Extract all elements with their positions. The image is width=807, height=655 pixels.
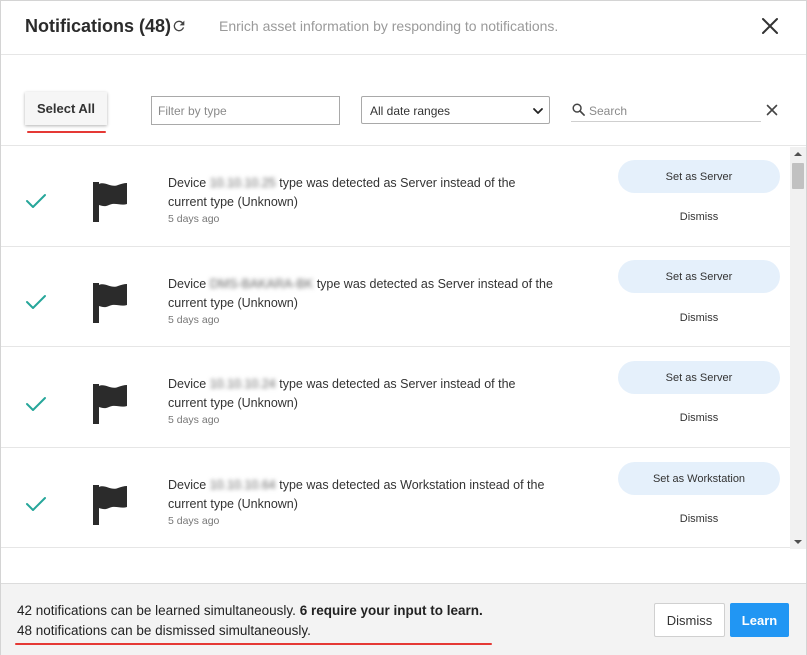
learn-summary-text: 42 notifications can be learned simultan… (17, 603, 296, 618)
message-text: type was detected as Server instead of t… (279, 377, 516, 391)
flag-icon (93, 283, 127, 323)
dismiss-summary: 48 notifications can be dismissed simult… (17, 623, 311, 638)
scroll-down-arrow-icon[interactable] (793, 538, 803, 546)
notification-row: Device 10.10.10.25 type was detected as … (1, 147, 790, 247)
device-name: DMS-BAKARA-BK (209, 277, 314, 291)
notification-time: 5 days ago (168, 414, 220, 426)
dialog-subtitle: Enrich asset information by responding t… (219, 18, 559, 34)
search-field (571, 98, 761, 122)
learn-button[interactable]: Learn (730, 603, 789, 637)
select-all-button[interactable]: Select All (25, 92, 107, 125)
date-range-value: All date ranges (370, 104, 451, 118)
notification-message: Device 10.10.10.64 type was detected as … (168, 476, 568, 514)
filter-by-type-input[interactable] (151, 96, 340, 125)
clear-search-icon[interactable] (766, 104, 778, 116)
list-scrollbar[interactable] (790, 147, 806, 549)
message-prefix: Device (168, 176, 207, 190)
message-text-line2: current type (Unknown) (168, 497, 298, 511)
message-text-line2: current type (Unknown) (168, 296, 298, 310)
flag-icon (93, 182, 127, 222)
message-text: type was detected as Workstation instead… (279, 478, 545, 492)
notification-list: Device 10.10.10.25 type was detected as … (1, 147, 806, 549)
message-prefix: Device (168, 377, 207, 391)
set-type-button[interactable]: Set as Workstation (618, 462, 780, 495)
message-prefix: Device (168, 478, 207, 492)
notification-row: Device 10.10.10.64 type was detected as … (1, 448, 790, 548)
device-name: 10.10.10.25 (209, 176, 276, 190)
notification-time: 5 days ago (168, 314, 220, 326)
notification-row: Device DMS-BAKARA-BK type was detected a… (1, 247, 790, 347)
search-icon (572, 103, 585, 116)
highlight-underline (27, 131, 106, 133)
notifications-dialog: Notifications (48) Enrich asset informat… (0, 0, 807, 655)
message-text-line2: current type (Unknown) (168, 396, 298, 410)
dismiss-all-button[interactable]: Dismiss (654, 603, 725, 637)
device-name: 10.10.10.24 (209, 377, 276, 391)
notification-row: Device 10.10.10.24 type was detected as … (1, 348, 790, 448)
close-icon[interactable] (761, 17, 779, 35)
dismiss-link[interactable]: Dismiss (618, 211, 780, 223)
flag-icon (93, 485, 127, 525)
device-name: 10.10.10.64 (209, 478, 276, 492)
search-input[interactable] (589, 102, 757, 120)
message-prefix: Device (168, 277, 207, 291)
highlight-underline (15, 643, 492, 645)
message-text: type was detected as Server instead of t… (316, 277, 553, 291)
notification-message: Device DMS-BAKARA-BK type was detected a… (168, 275, 568, 313)
dismiss-link[interactable]: Dismiss (618, 513, 780, 525)
dialog-footer: 42 notifications can be learned simultan… (1, 583, 806, 655)
message-text: type was detected as Server instead of t… (279, 176, 516, 190)
notification-time: 5 days ago (168, 213, 220, 225)
dialog-header: Notifications (48) Enrich asset informat… (1, 1, 806, 55)
refresh-icon[interactable] (171, 17, 187, 35)
checkmark-icon[interactable] (25, 192, 47, 210)
set-type-button[interactable]: Set as Server (618, 160, 780, 193)
message-text-line2: current type (Unknown) (168, 195, 298, 209)
flag-icon (93, 384, 127, 424)
set-type-button[interactable]: Set as Server (618, 361, 780, 394)
checkmark-icon[interactable] (25, 395, 47, 413)
chevron-down-icon (533, 108, 543, 114)
filter-toolbar: Select All All date ranges (1, 56, 806, 146)
scroll-up-arrow-icon[interactable] (793, 150, 803, 158)
learn-summary: 42 notifications can be learned simultan… (17, 603, 483, 618)
notification-time: 5 days ago (168, 515, 220, 527)
date-range-select[interactable]: All date ranges (361, 96, 550, 124)
checkmark-icon[interactable] (25, 293, 47, 311)
notification-message: Device 10.10.10.25 type was detected as … (168, 174, 568, 212)
scrollbar-thumb[interactable] (792, 163, 804, 189)
learn-summary-emphasis: 6 require your input to learn. (299, 603, 483, 618)
checkmark-icon[interactable] (25, 495, 47, 513)
dismiss-link[interactable]: Dismiss (618, 312, 780, 324)
dismiss-link[interactable]: Dismiss (618, 412, 780, 424)
set-type-button[interactable]: Set as Server (618, 260, 780, 293)
notification-message: Device 10.10.10.24 type was detected as … (168, 375, 568, 413)
dialog-title: Notifications (48) (25, 16, 172, 36)
